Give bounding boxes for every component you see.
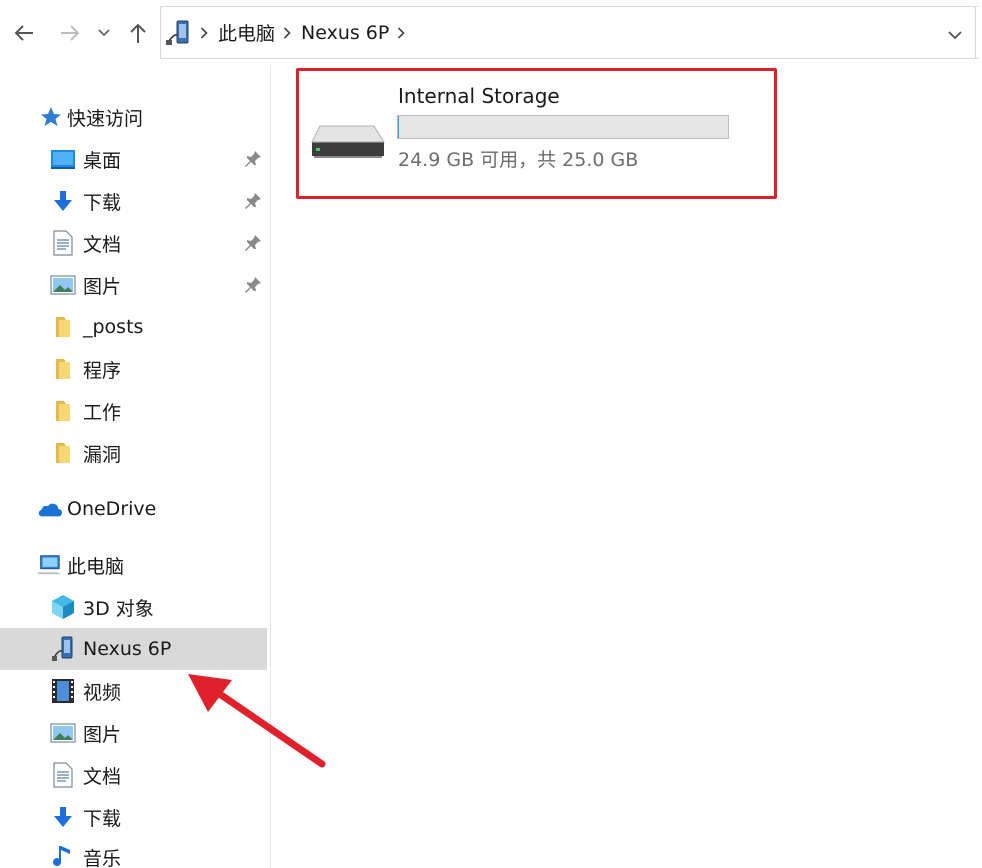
breadcrumb-this-pc[interactable]: 此电脑 — [218, 19, 275, 46]
sidebar-item-label: 文档 — [83, 765, 122, 788]
chevron-down-icon — [948, 31, 962, 40]
folder-icon — [50, 314, 76, 340]
arrow-right-icon — [61, 25, 80, 41]
up-button[interactable] — [125, 18, 151, 48]
sidebar-item-desktop[interactable]: 桌面 — [0, 138, 267, 180]
sidebar-item-label: 桌面 — [83, 149, 122, 172]
sidebar-item-work[interactable]: 工作 — [0, 390, 267, 432]
sidebar-item-label: Nexus 6P — [83, 638, 172, 660]
document-icon — [50, 762, 76, 788]
sidebar-item-label: 图片 — [83, 275, 122, 298]
document-icon — [50, 230, 76, 256]
music-icon — [50, 844, 76, 868]
sidebar-item-programs[interactable]: 程序 — [0, 348, 267, 390]
sidebar-item-vulnerabilities[interactable]: 漏洞 — [0, 432, 267, 474]
arrow-up-icon — [130, 23, 146, 43]
sidebar-item-label: 图片 — [83, 723, 122, 746]
phone-device-icon — [50, 636, 76, 662]
sidebar-item-label: 下载 — [83, 807, 122, 830]
annotation-arrow — [188, 674, 326, 768]
drive-internal-storage[interactable]: Internal Storage 24.9 GB 可用，共 25.0 GB — [296, 68, 777, 199]
navigation-toolbar: 此电脑 Nexus 6P — [0, 0, 982, 66]
toolbar-divider — [975, 6, 976, 59]
sidebar-item-posts[interactable]: _posts — [0, 306, 267, 348]
sidebar-item-label: 下载 — [83, 191, 122, 214]
sidebar-item-label: 漏洞 — [83, 443, 122, 466]
address-bar[interactable]: 此电脑 Nexus 6P — [160, 6, 978, 59]
sidebar-item-label: 此电脑 — [67, 555, 125, 578]
back-button[interactable] — [10, 18, 38, 48]
sidebar-item-label: 快速访问 — [67, 107, 144, 130]
breadcrumb-nexus-6p[interactable]: Nexus 6P — [301, 22, 389, 44]
folder-icon — [50, 356, 76, 382]
sidebar-item-label: 3D 对象 — [83, 597, 154, 620]
sidebar-item-label: OneDrive — [67, 498, 157, 520]
chevron-down-icon — [98, 29, 110, 37]
annotation-highlight-box — [296, 68, 777, 199]
star-icon — [38, 104, 64, 130]
picture-icon — [50, 720, 76, 746]
phone-device-icon — [166, 20, 189, 45]
pin-icon[interactable] — [243, 149, 263, 169]
sidebar-item-label: 文档 — [83, 233, 122, 256]
sidebar-item-nexus-6p[interactable]: Nexus 6P — [0, 628, 267, 670]
sidebar-item-label: 视频 — [83, 681, 122, 704]
3d-objects-icon — [50, 594, 76, 620]
sidebar-item-3d-objects[interactable]: 3D 对象 — [0, 586, 267, 628]
address-history-dropdown[interactable] — [948, 25, 962, 44]
sidebar-item-quick-access[interactable]: 快速访问 — [0, 96, 267, 138]
folder-icon — [50, 398, 76, 424]
sidebar-item-downloads[interactable]: 下载 — [0, 180, 267, 222]
arrow-left-icon — [14, 25, 33, 41]
sidebar-item-documents[interactable]: 文档 — [0, 222, 267, 264]
pin-icon[interactable] — [243, 233, 263, 253]
download-icon — [50, 188, 76, 214]
computer-icon — [36, 552, 62, 578]
sidebar-item-label: 程序 — [83, 359, 122, 382]
recent-locations-button[interactable] — [94, 18, 114, 48]
sidebar-item-pictures[interactable]: 图片 — [0, 264, 267, 306]
sidebar-item-label: 工作 — [83, 401, 122, 424]
desktop-icon — [50, 146, 76, 172]
folder-icon — [50, 440, 76, 466]
sidebar-item-downloads-pc[interactable]: 下载 — [0, 796, 267, 838]
breadcrumb-separator-icon[interactable] — [397, 26, 405, 39]
sidebar-item-music[interactable]: 音乐 — [0, 838, 267, 868]
forward-button[interactable] — [56, 18, 84, 48]
pin-icon[interactable] — [243, 275, 263, 295]
sidebar-item-label: _posts — [83, 316, 144, 338]
video-icon — [50, 678, 76, 704]
pin-icon[interactable] — [243, 191, 263, 211]
picture-icon — [50, 272, 76, 298]
sidebar-item-onedrive[interactable]: OneDrive — [0, 488, 267, 530]
cloud-icon — [36, 496, 62, 522]
breadcrumb-separator-icon[interactable] — [283, 26, 291, 39]
breadcrumb-separator-icon[interactable] — [200, 26, 208, 39]
sidebar-item-label: 音乐 — [83, 848, 122, 868]
download-icon — [50, 804, 76, 830]
sidebar-item-this-pc[interactable]: 此电脑 — [0, 544, 267, 586]
